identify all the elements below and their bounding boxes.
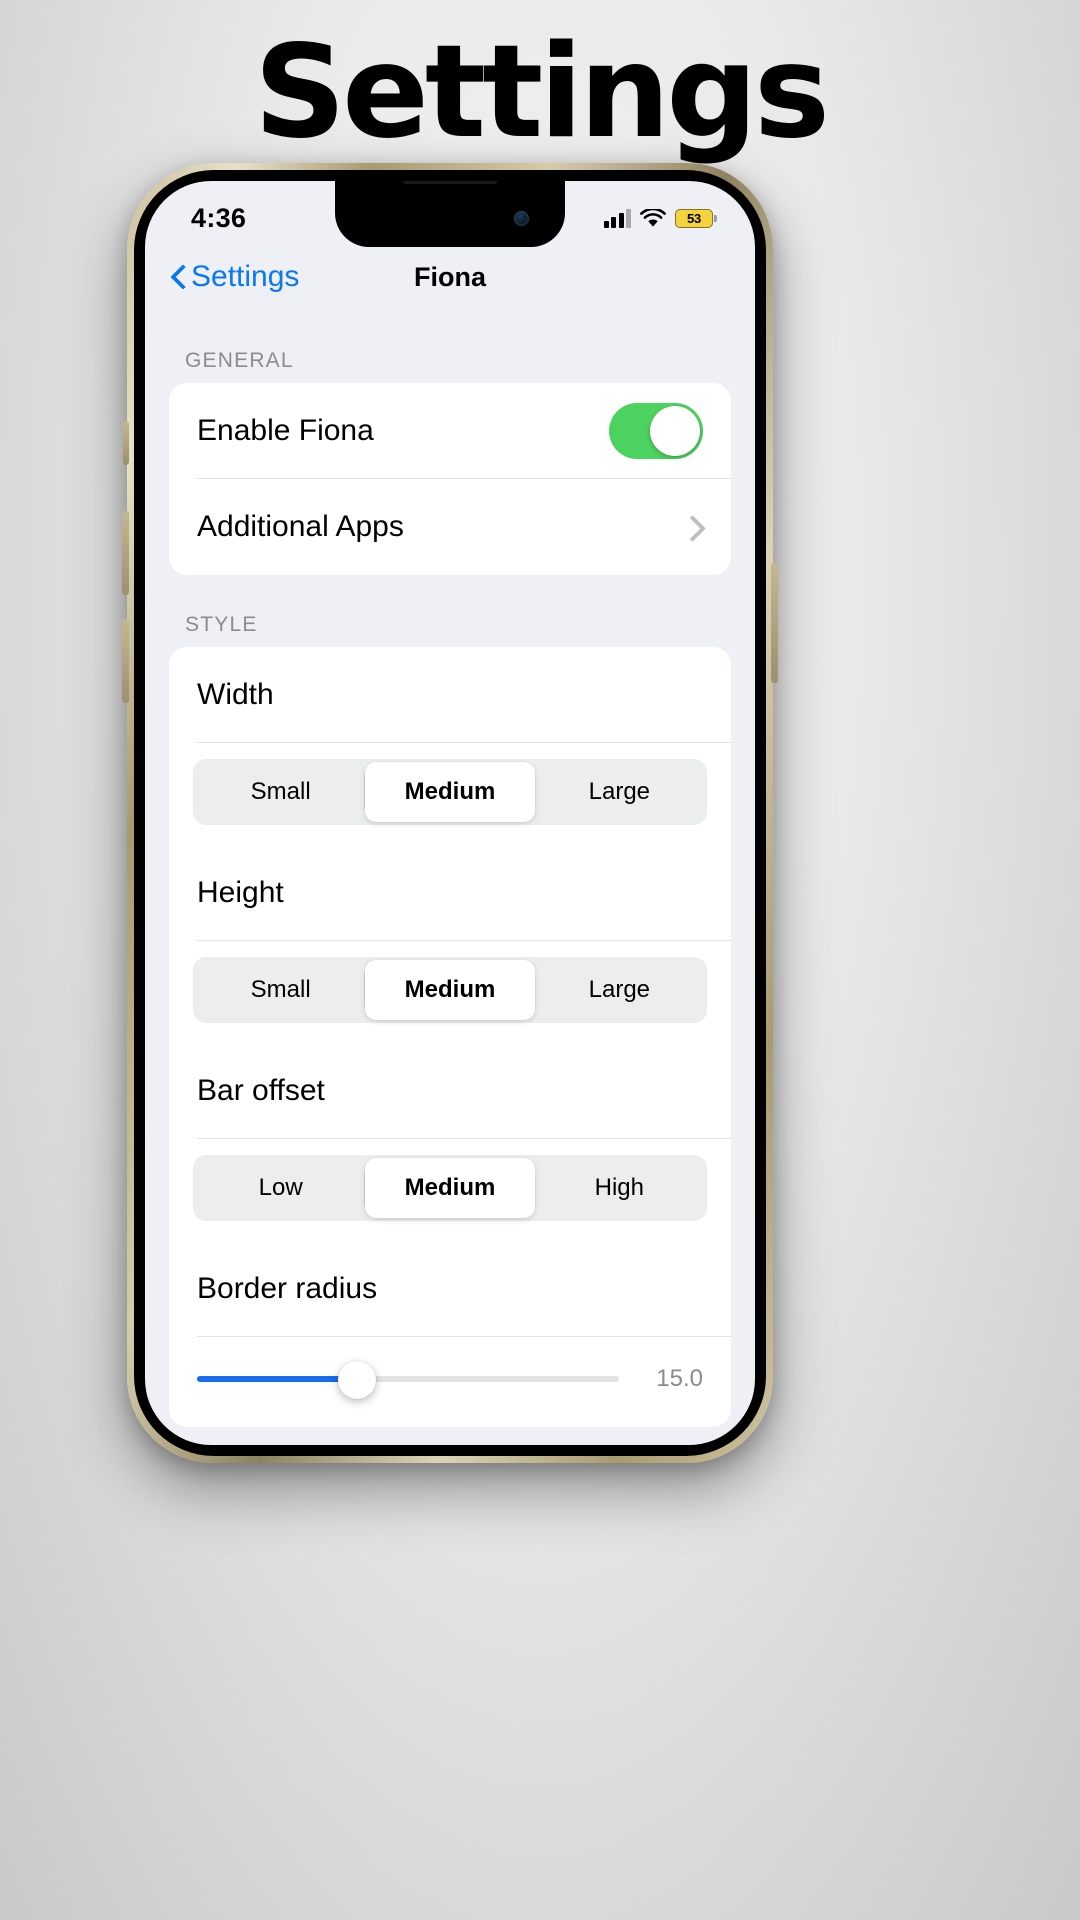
segment-height-small[interactable]: Small: [196, 960, 366, 1020]
segment-bar-offset-medium[interactable]: Medium: [365, 1158, 535, 1218]
notch: [335, 181, 565, 247]
row-label: Bar offset: [197, 1074, 325, 1107]
bar-offset-segmented-wrap: Low Medium High: [169, 1139, 731, 1241]
row-label: Width: [197, 678, 274, 711]
phone-screen: 4:36 53 Settings Fiona GENERAL Enable Fi…: [145, 181, 755, 1445]
chevron-left-icon: [171, 265, 185, 289]
volume-up-button[interactable]: [122, 511, 129, 595]
row-border-radius: Border radius: [169, 1241, 731, 1337]
navigation-bar: Settings Fiona: [145, 243, 755, 311]
status-time: 4:36: [191, 202, 247, 233]
section-header-style: STYLE: [185, 613, 258, 636]
slider-fill: [197, 1376, 358, 1382]
power-button[interactable]: [771, 563, 778, 683]
battery-icon: 53: [675, 208, 717, 228]
mute-switch[interactable]: [123, 421, 129, 465]
section-header-labels: LABELS: [145, 1427, 755, 1445]
row-separator: [197, 1138, 731, 1139]
row-label: Height: [197, 876, 284, 909]
bar-offset-segmented-control[interactable]: Low Medium High: [193, 1155, 707, 1221]
row-enable-fiona[interactable]: Enable Fiona: [169, 383, 731, 479]
border-radius-slider[interactable]: [197, 1361, 619, 1399]
row-additional-apps[interactable]: Additional Apps: [169, 479, 731, 575]
width-segmented-control[interactable]: Small Medium Large: [193, 759, 707, 825]
segment-width-medium[interactable]: Medium: [365, 762, 535, 822]
battery-level: 53: [686, 210, 702, 226]
segment-bar-offset-low[interactable]: Low: [196, 1158, 366, 1218]
general-card: Enable Fiona Additional Apps: [169, 383, 731, 575]
row-separator: [197, 940, 731, 941]
segment-height-medium[interactable]: Medium: [365, 960, 535, 1020]
cellular-signal-icon: [603, 208, 631, 228]
back-button[interactable]: Settings: [171, 260, 299, 294]
status-indicators: 53: [603, 208, 717, 228]
row-label: Additional Apps: [197, 510, 404, 543]
settings-list[interactable]: GENERAL Enable Fiona Additional Apps STY…: [145, 311, 755, 1445]
section-header-general: GENERAL: [185, 349, 294, 372]
segment-width-small[interactable]: Small: [196, 762, 366, 822]
border-radius-slider-row: 15.0: [169, 1337, 731, 1427]
back-button-label: Settings: [191, 260, 300, 293]
row-label: Enable Fiona: [197, 414, 374, 447]
earpiece-speaker: [402, 181, 498, 184]
row-separator: [197, 1336, 731, 1337]
slider-thumb[interactable]: [338, 1361, 377, 1399]
row-width: Width: [169, 647, 731, 743]
segment-width-large[interactable]: Large: [535, 762, 704, 822]
page-title: Settings: [253, 18, 830, 167]
width-segmented-wrap: Small Medium Large: [169, 743, 731, 845]
height-segmented-control[interactable]: Small Medium Large: [193, 957, 707, 1023]
enable-fiona-toggle[interactable]: [609, 403, 703, 459]
iphone-mockup: 4:36 53 Settings Fiona GENERAL Enable Fi…: [122, 163, 778, 1463]
row-separator: [197, 742, 731, 743]
style-card: Width Small Medium Large Height Small Me…: [169, 647, 731, 1427]
row-label: Border radius: [197, 1272, 378, 1305]
height-segmented-wrap: Small Medium Large: [169, 941, 731, 1043]
chevron-right-icon: [683, 514, 699, 540]
segment-height-large[interactable]: Large: [535, 960, 704, 1020]
wifi-icon: [640, 208, 666, 228]
row-height: Height: [169, 845, 731, 941]
row-bar-offset: Bar offset: [169, 1043, 731, 1139]
volume-down-button[interactable]: [122, 619, 129, 703]
front-camera-icon: [514, 211, 529, 226]
border-radius-value: 15.0: [656, 1365, 703, 1392]
segment-bar-offset-high[interactable]: High: [535, 1158, 704, 1218]
